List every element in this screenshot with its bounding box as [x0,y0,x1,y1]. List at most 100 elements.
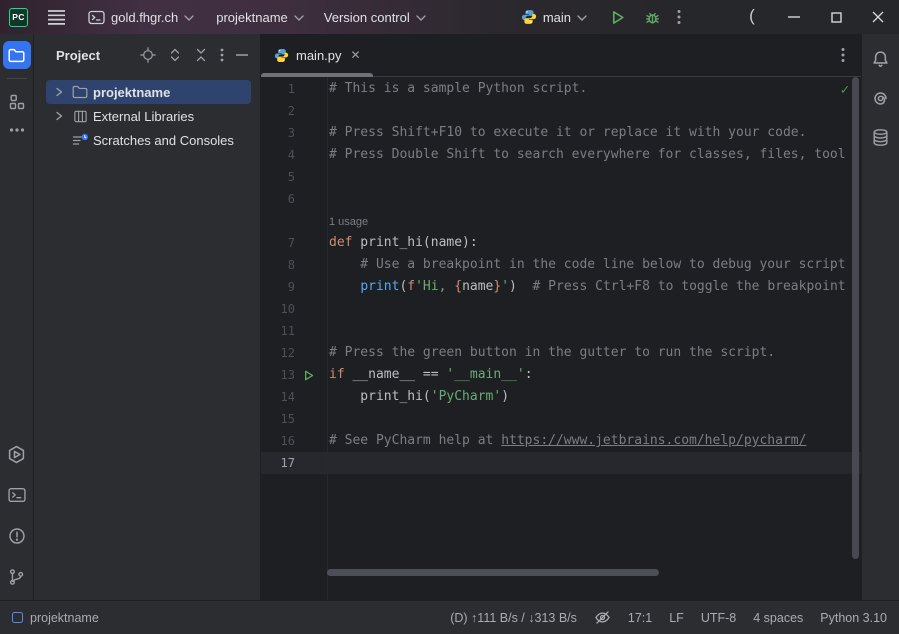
code-text [321,100,861,122]
panel-options-button[interactable] [218,46,226,64]
status-file-encoding[interactable]: UTF-8 [701,611,736,625]
structure-tool-window-button[interactable] [3,88,31,116]
hide-panel-button[interactable] [234,52,250,58]
more-actions-button[interactable] [673,5,685,29]
gutter-spacer [295,166,321,188]
locate-file-button[interactable] [138,45,158,65]
code-line-17[interactable]: 17 [261,452,861,474]
version-control-tool-window-button[interactable] [3,563,31,591]
chevron-down-icon [416,15,426,21]
chevron-down-icon [184,15,194,21]
code-line-9[interactable]: 9 print(f'Hi, {name}') # Press Ctrl+F8 t… [261,276,861,298]
bell-icon [871,50,890,69]
code-line-7[interactable]: 7def print_hi(name): [261,232,861,254]
line-number: 17 [261,452,295,474]
code-line-16[interactable]: 16# See PyCharm help at https://www.jetb… [261,430,861,452]
code-line-13[interactable]: 13if __name__ == '__main__': [261,364,861,386]
line-number: 11 [261,320,295,342]
tree-item-projektname[interactable]: projektname [46,80,251,104]
tab-label: main.py [296,48,342,63]
project-dropdown[interactable]: projektname [214,6,306,29]
services-hexagon-play-icon [7,445,26,464]
expand-all-button[interactable] [166,45,184,65]
database-icon [871,128,890,147]
line-number: 8 [261,254,295,276]
status-indent-style[interactable]: 4 spaces [753,611,803,625]
code-line-11[interactable]: 11 [261,320,861,342]
debug-bug-icon [644,9,661,26]
code-line-2[interactable]: 2 [261,100,861,122]
status-caret-position[interactable]: 17:1 [628,611,652,625]
code-line-14[interactable]: 14 print_hi('PyCharm') [261,386,861,408]
tab-close-button[interactable]: ✕ [349,46,363,64]
code-line-4[interactable]: 4# Press Double Shift to search everywhe… [261,144,861,166]
code-text: # This is a sample Python script. [321,78,861,100]
line-number: 2 [261,100,295,122]
collapse-all-button[interactable] [192,45,210,65]
minimize-button[interactable] [773,0,815,34]
line-number: 5 [261,166,295,188]
kebab-menu-icon [841,47,845,63]
line-number: 14 [261,386,295,408]
tab-main-py[interactable]: main.py ✕ [261,34,373,76]
inspection-ok-icon[interactable]: ✓ [841,82,849,98]
close-button[interactable] [857,0,899,34]
status-project-widget[interactable]: projektname [12,611,99,625]
ai-assistant-button[interactable] [867,84,895,112]
code-line-10[interactable]: 10 [261,298,861,320]
code-line-5[interactable]: 5 [261,166,861,188]
restore-down-button[interactable]: ( [731,0,773,34]
more-tool-windows-button[interactable] [3,116,31,144]
code-line-1[interactable]: 1# This is a sample Python script. [261,78,861,100]
gutter-spacer [295,452,321,474]
code-line-15[interactable]: 15 [261,408,861,430]
notifications-button[interactable] [867,45,895,73]
vcs-dropdown[interactable]: Version control [322,6,428,29]
problems-tool-window-button[interactable] [3,522,31,550]
code-line-8[interactable]: 8 # Use a breakpoint in the code line be… [261,254,861,276]
workspace-label: gold.fhgr.ch [111,10,178,25]
code-line-3[interactable]: 3# Press Shift+F10 to execute it or repl… [261,122,861,144]
project-tool-window-button[interactable] [3,41,31,69]
editor-area: main.py ✕ 1# This is a sample Python scr… [261,34,861,600]
tree-expand-chevron-icon[interactable] [51,86,67,98]
run-button[interactable] [605,5,630,30]
maximize-button[interactable] [815,0,857,34]
database-button[interactable] [867,123,895,151]
main-menu-button[interactable] [47,9,66,26]
line-number: 10 [261,298,295,320]
gutter-separator [327,77,328,600]
status-line-separator[interactable]: LF [669,611,684,625]
tree-item-label: External Libraries [93,109,194,124]
usages-inlay-hint[interactable]: 1 usage [261,210,861,232]
services-tool-window-button[interactable] [3,440,31,468]
strip-divider [7,78,27,79]
code-editor[interactable]: 1# This is a sample Python script.23# Pr… [261,77,861,600]
code-text: # See PyCharm help at https://www.jetbra… [321,430,861,452]
expand-all-icon [168,47,182,63]
debug-button[interactable] [640,5,665,30]
code-hyperlink[interactable]: https://www.jetbrains.com/help/pycharm/ [501,433,806,448]
code-line-6[interactable]: 6 [261,188,861,210]
tree-item-scratches-and-consoles[interactable]: Scratches and Consoles [46,128,251,152]
structure-icon [9,94,25,110]
line-number: 12 [261,342,295,364]
run-line-gutter-icon[interactable] [295,364,321,386]
terminal-tool-window-button[interactable] [3,481,31,509]
status-network-speed[interactable]: (D) ↑111 B/s / ↓313 B/s [450,611,577,625]
horizontal-scrollbar[interactable] [327,569,659,576]
kebab-menu-icon [220,48,224,62]
tree-expand-chevron-icon[interactable] [51,110,67,122]
gutter-spacer [295,342,321,364]
tree-item-external-libraries[interactable]: External Libraries [46,104,251,128]
gutter-spacer [295,254,321,276]
workspace-dropdown[interactable]: gold.fhgr.ch [86,6,196,29]
status-highlighting-off-icon[interactable] [594,609,611,626]
run-config-dropdown[interactable]: main [519,5,589,29]
tab-list-button[interactable] [837,43,849,67]
status-python-interpreter[interactable]: Python 3.10 [820,611,887,625]
code-line-12[interactable]: 12# Press the green button in the gutter… [261,342,861,364]
vertical-scrollbar[interactable] [852,77,859,559]
project-tree: projektname External Libraries Scratches a… [34,76,260,152]
code-text [321,320,861,342]
